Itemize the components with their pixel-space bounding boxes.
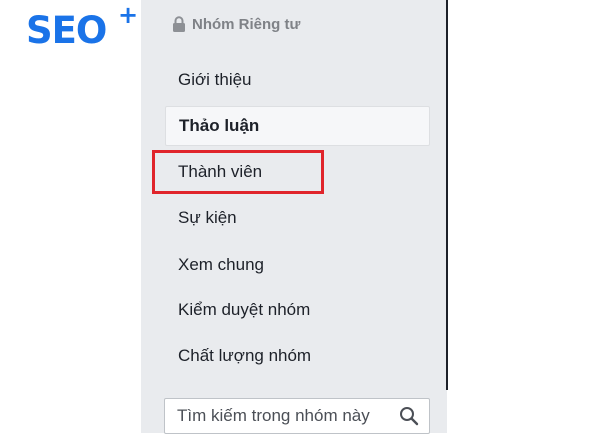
search-icon[interactable] xyxy=(399,406,419,426)
seo-plus-logo: SEO + xyxy=(26,3,138,52)
highlight-box xyxy=(152,150,324,194)
nav-item-label: Chất lượng nhóm xyxy=(178,346,312,365)
logo-text: SEO xyxy=(26,9,107,52)
nav-item-xem-chung[interactable]: Xem chung xyxy=(165,245,430,285)
nav-item-label: Kiểm duyệt nhóm xyxy=(178,300,311,319)
lock-icon xyxy=(172,16,186,32)
nav-item-label: Sự kiện xyxy=(178,208,237,227)
search-input[interactable] xyxy=(177,406,387,426)
logo-plus: + xyxy=(118,1,138,29)
nav-item-label: Giới thiệu xyxy=(178,70,252,89)
nav-item-label: Xem chung xyxy=(178,255,264,274)
nav-item-chat-luong-nhom[interactable]: Chất lượng nhóm xyxy=(165,336,430,376)
sidebar-divider xyxy=(446,0,448,390)
privacy-text: Nhóm Riêng tư xyxy=(192,15,301,33)
nav-item-kiem-duyet-nhom[interactable]: Kiểm duyệt nhóm xyxy=(165,290,430,330)
group-privacy-label: Nhóm Riêng tư xyxy=(172,14,300,34)
nav-item-thao-luan[interactable]: Thảo luận xyxy=(165,106,430,146)
nav-item-label: Thảo luận xyxy=(179,116,260,135)
nav-item-su-kien[interactable]: Sự kiện xyxy=(165,198,430,238)
group-search-box[interactable] xyxy=(164,398,430,434)
nav-item-gioi-thieu[interactable]: Giới thiệu xyxy=(165,60,430,100)
